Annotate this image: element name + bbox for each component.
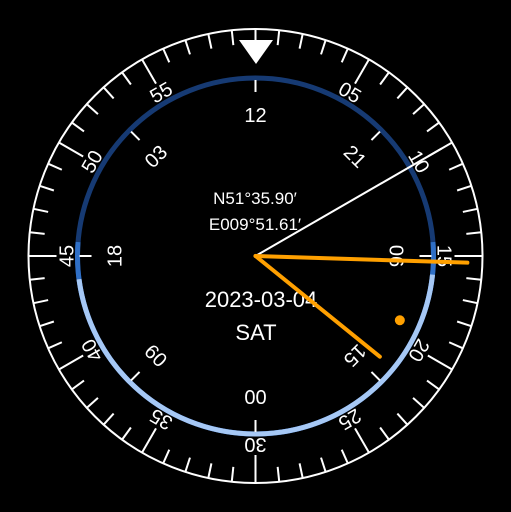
hour-label: 12	[244, 105, 266, 127]
weekday-text: SAT	[235, 320, 276, 345]
watch-face: 0510152025303540455055 1215182100030609 …	[0, 0, 511, 512]
longitude-text: E009°51.61′	[209, 215, 301, 234]
latitude-text: N51°35.90′	[213, 189, 297, 208]
hour-label: 00	[244, 385, 266, 407]
hour-label: 06	[385, 245, 407, 267]
hour-label: 18	[105, 245, 127, 267]
sun-dot-icon	[394, 315, 405, 326]
